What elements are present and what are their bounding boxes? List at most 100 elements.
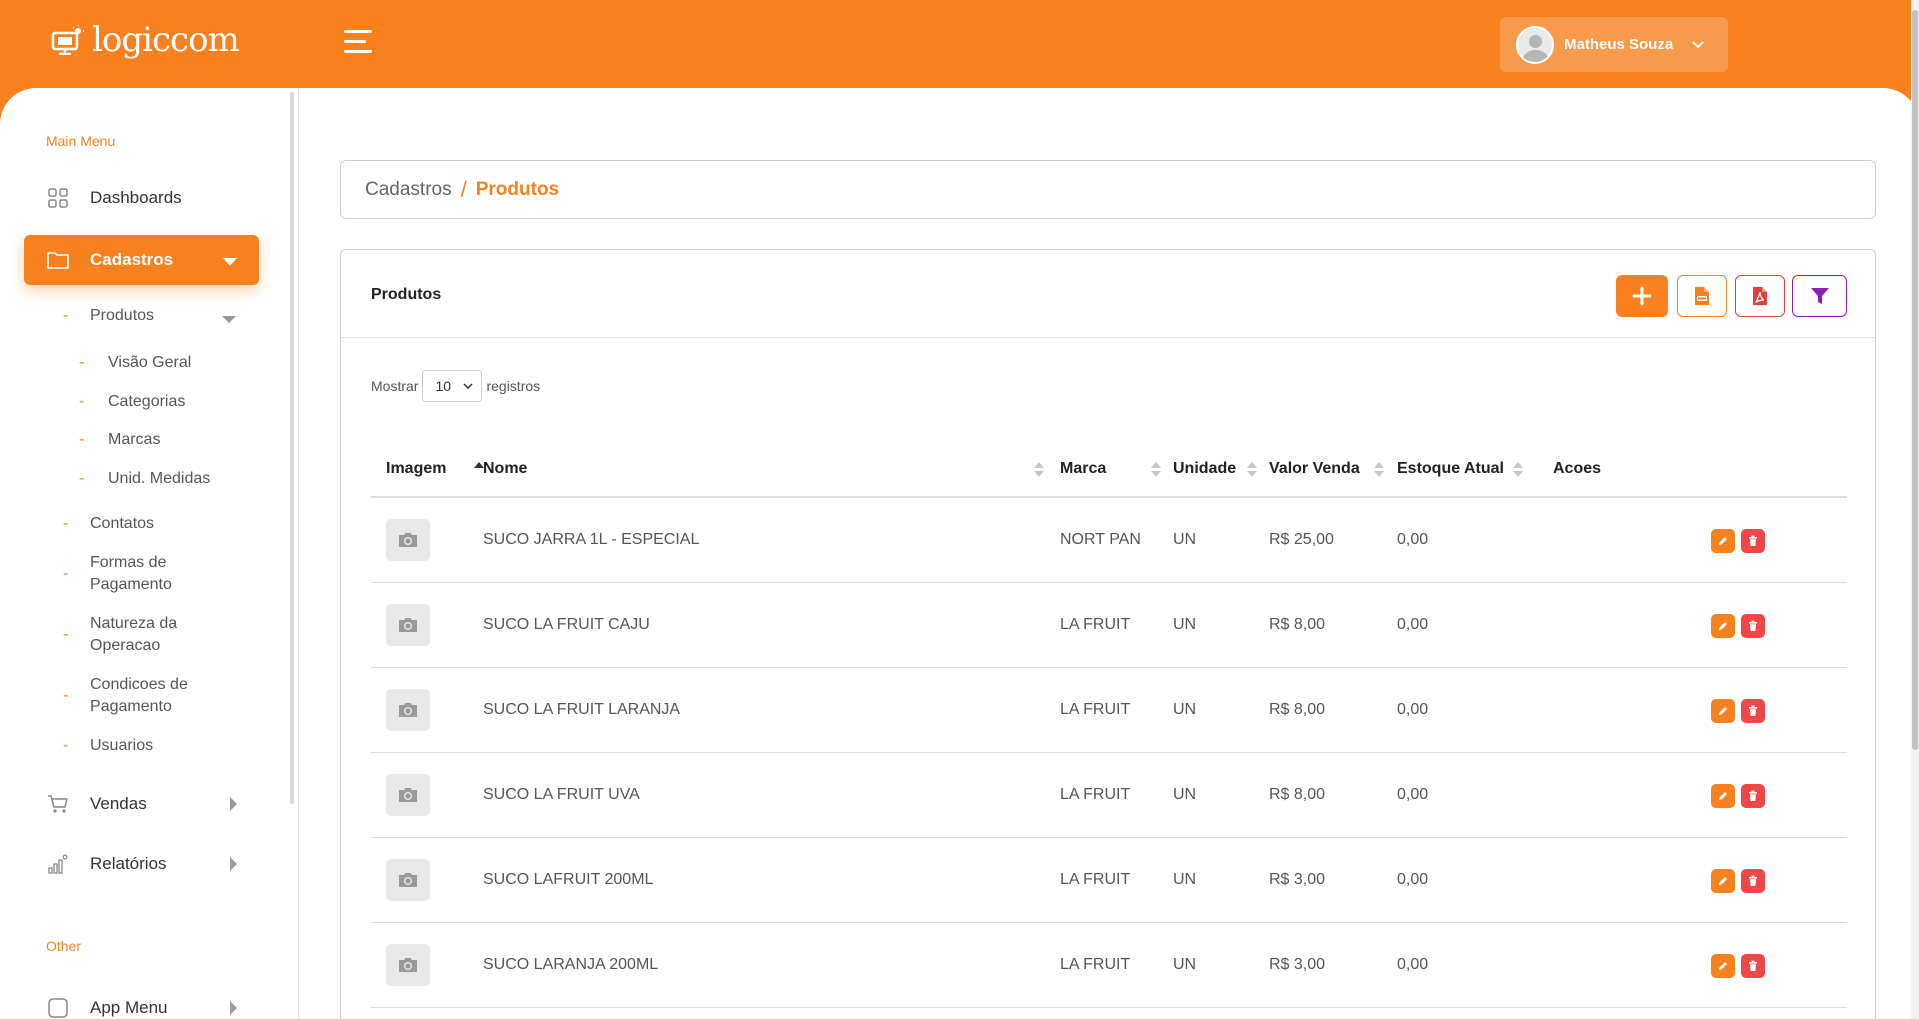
sidebar-item-vendas[interactable]: Vendas [24, 779, 259, 829]
sort-icon[interactable] [1246, 462, 1258, 478]
column-header-marca[interactable]: Marca [1060, 460, 1106, 478]
table-row: SUCO LARANJA 200ML LA FRUIT UN R$ 3,00 0… [371, 923, 1847, 1008]
sort-icon[interactable] [1373, 462, 1385, 478]
delete-button[interactable] [1741, 784, 1765, 808]
cell-estoque-atual: 0,00 [1397, 786, 1429, 803]
sidebar-subitem-condicoes-pagamento[interactable]: - Condicoes de Pagamento [63, 674, 188, 718]
brand-logo[interactable]: logiccom [50, 20, 240, 60]
trash-icon [1749, 620, 1757, 631]
sidebar-subitem-categorias[interactable]: - Categorias [79, 391, 185, 413]
sidebar-subitem-contatos[interactable]: - Contatos [63, 513, 154, 535]
sort-icon[interactable] [1512, 462, 1524, 478]
product-image-placeholder[interactable] [386, 944, 430, 986]
bullet-dash: - [63, 687, 69, 704]
cell-marca: NORT PAN [1060, 531, 1141, 548]
sidebar-item-dashboards[interactable]: Dashboards [24, 173, 259, 223]
product-image-placeholder[interactable] [386, 519, 430, 561]
sidebar-item-label: Cadastros [90, 250, 174, 269]
sidebar-item-relatorios[interactable]: Relatórios [24, 839, 259, 889]
sidebar-subitem-natureza-operacao[interactable]: - Natureza da Operacao [63, 613, 177, 657]
cell-estoque-atual: 0,00 [1397, 956, 1429, 973]
sort-icon[interactable] [1150, 462, 1162, 478]
sidebar-item-label: Dashboards [90, 188, 182, 207]
cell-valor-venda: R$ 3,00 [1269, 956, 1326, 973]
cell-nome: SUCO JARRA 1L - ESPECIAL [483, 531, 700, 548]
csv-file-icon [1695, 287, 1709, 305]
delete-button[interactable] [1741, 614, 1765, 638]
product-image-placeholder[interactable] [386, 774, 430, 816]
cell-unidade: UN [1173, 531, 1197, 548]
sidebar-subitem-label: Visão Geral [108, 354, 192, 371]
column-header-nome[interactable]: Nome [483, 460, 527, 478]
column-header-valor-venda[interactable]: Valor Venda [1269, 460, 1360, 478]
sidebar-subitem-label: Unid. Medidas [108, 470, 211, 487]
sidebar-subitem-visao-geral[interactable]: - Visão Geral [79, 352, 192, 374]
sidebar-subitem-formas-pagamento[interactable]: - Formas de Pagamento [63, 552, 172, 596]
sidebar-subitem-marcas[interactable]: - Marcas [79, 429, 160, 451]
edit-button[interactable] [1711, 954, 1735, 978]
sidebar-subitem-unid-medidas[interactable]: - Unid. Medidas [79, 468, 211, 490]
chevron-down-icon [463, 383, 473, 390]
pencil-icon [1719, 707, 1727, 715]
filter-button[interactable] [1792, 275, 1847, 317]
sidebar-item-app-menu[interactable]: App Menu [24, 983, 259, 1019]
bullet-dash: - [63, 626, 69, 643]
grid-icon [46, 186, 70, 210]
cell-nome: SUCO LARANJA 200ML [483, 956, 659, 973]
edit-button[interactable] [1711, 529, 1735, 553]
cell-unidade: UN [1173, 956, 1197, 973]
delete-button[interactable] [1741, 699, 1765, 723]
cell-estoque-atual: 0,00 [1397, 871, 1429, 888]
sidebar-item-cadastros[interactable]: Cadastros [24, 235, 259, 285]
pencil-icon [1719, 622, 1727, 630]
edit-button[interactable] [1711, 869, 1735, 893]
trash-icon [1749, 875, 1757, 886]
table-row: SUCO LA FRUIT LARANJA LA FRUIT UN R$ 8,0… [371, 668, 1847, 753]
card-header: Produtos [341, 250, 1875, 338]
sort-icon[interactable] [1033, 462, 1045, 478]
page-size-value: 10 [435, 378, 452, 394]
product-image-placeholder[interactable] [386, 859, 430, 901]
breadcrumb: Cadastros / Produtos [340, 160, 1876, 219]
sidebar-subitem-label: Pagamento [90, 576, 172, 593]
export-pdf-button[interactable] [1735, 275, 1785, 317]
sidebar-subitem-label: Formas de [90, 554, 167, 571]
other-section-title: Other [46, 938, 82, 954]
column-header-unidade[interactable]: Unidade [1173, 460, 1236, 478]
export-csv-button[interactable] [1677, 275, 1727, 317]
cell-unidade: UN [1173, 701, 1197, 718]
column-header-acoes: Acoes [1553, 460, 1602, 477]
add-product-button[interactable] [1616, 275, 1668, 317]
trash-icon [1749, 535, 1757, 546]
pencil-icon [1719, 962, 1727, 970]
edit-button[interactable] [1711, 784, 1735, 808]
cell-valor-venda: R$ 8,00 [1269, 701, 1326, 718]
user-menu-button[interactable]: Matheus Souza [1500, 17, 1728, 72]
delete-button[interactable] [1741, 954, 1765, 978]
sidebar-subitem-produtos[interactable]: - Produtos [63, 305, 154, 327]
pdf-file-icon [1753, 287, 1767, 305]
delete-button[interactable] [1741, 869, 1765, 893]
plus-icon [1632, 286, 1652, 306]
product-image-placeholder[interactable] [386, 604, 430, 646]
trash-icon [1749, 960, 1757, 971]
cell-valor-venda: R$ 8,00 [1269, 616, 1326, 633]
cell-estoque-atual: 0,00 [1397, 616, 1429, 633]
bullet-dash: - [63, 737, 69, 754]
column-header-estoque-atual[interactable]: Estoque Atual [1397, 460, 1504, 478]
product-image-placeholder[interactable] [386, 689, 430, 731]
caret-down-icon[interactable] [222, 316, 236, 323]
table-row: SUCO LA FRUIT CAJU LA FRUIT UN R$ 8,00 0… [371, 583, 1847, 668]
edit-button[interactable] [1711, 614, 1735, 638]
page-size-select[interactable]: 10 [422, 370, 483, 402]
delete-button[interactable] [1741, 529, 1765, 553]
menu-toggle-button[interactable] [344, 30, 374, 56]
breadcrumb-parent-link[interactable]: Cadastros [365, 179, 452, 201]
sidebar-subitem-usuarios[interactable]: - Usuarios [63, 735, 153, 757]
cell-unidade: UN [1173, 616, 1197, 633]
column-header-imagem[interactable]: Imagem [386, 460, 446, 478]
sidebar-scrollbar[interactable] [290, 92, 294, 804]
card-title: Produtos [371, 286, 442, 303]
page-scrollbar-thumb[interactable] [1912, 10, 1918, 750]
edit-button[interactable] [1711, 699, 1735, 723]
